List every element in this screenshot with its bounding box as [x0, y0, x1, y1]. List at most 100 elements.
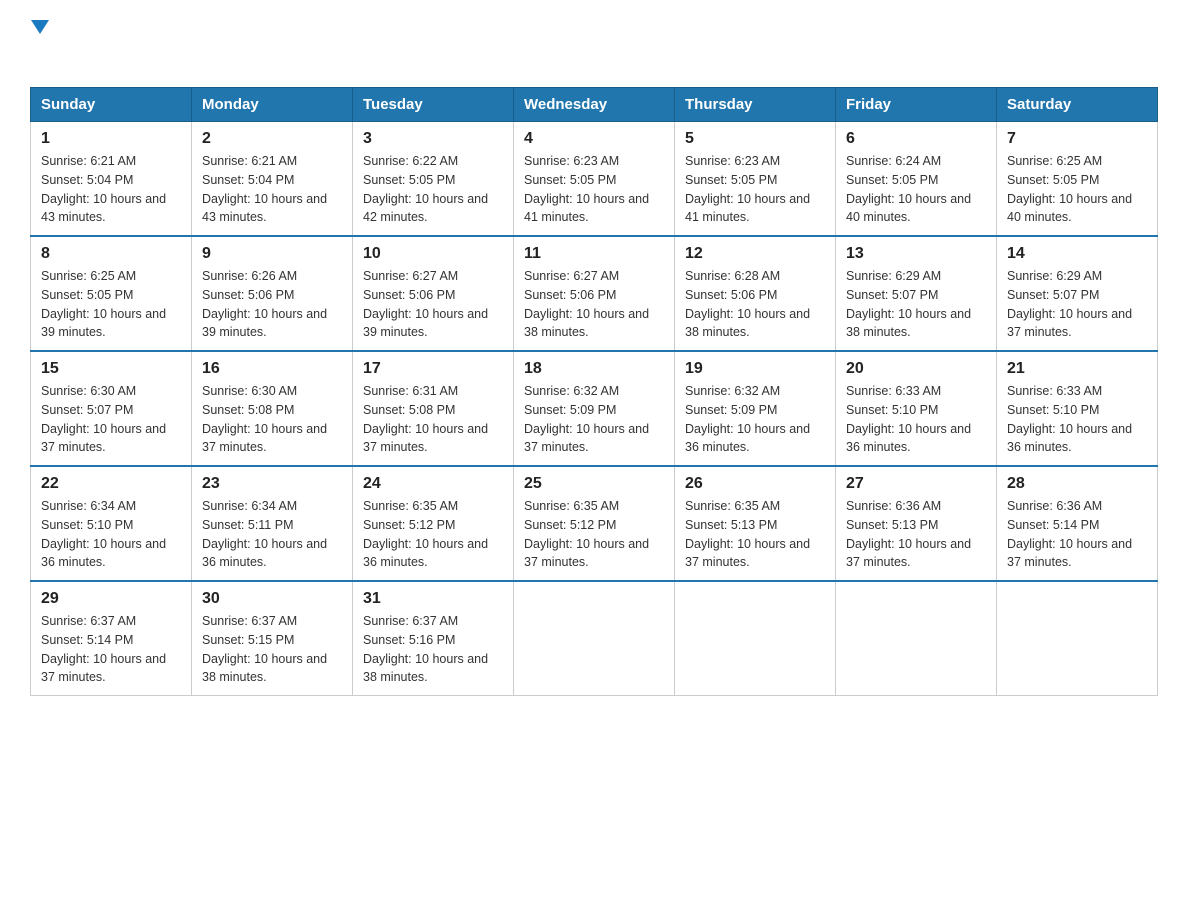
- sunrise-label: Sunrise: 6:26 AM: [202, 269, 297, 283]
- day-number: 11: [524, 245, 664, 263]
- sunset-label: Sunset: 5:05 PM: [846, 173, 938, 187]
- day-info: Sunrise: 6:32 AM Sunset: 5:09 PM Dayligh…: [685, 382, 825, 457]
- sunrise-label: Sunrise: 6:35 AM: [363, 499, 458, 513]
- calendar-cell: 20 Sunrise: 6:33 AM Sunset: 5:10 PM Dayl…: [836, 351, 997, 466]
- day-info: Sunrise: 6:29 AM Sunset: 5:07 PM Dayligh…: [1007, 267, 1147, 342]
- sunset-label: Sunset: 5:08 PM: [363, 403, 455, 417]
- day-info: Sunrise: 6:25 AM Sunset: 5:05 PM Dayligh…: [41, 267, 181, 342]
- calendar-cell: 30 Sunrise: 6:37 AM Sunset: 5:15 PM Dayl…: [192, 581, 353, 696]
- day-info: Sunrise: 6:37 AM Sunset: 5:14 PM Dayligh…: [41, 612, 181, 687]
- sunrise-label: Sunrise: 6:32 AM: [524, 384, 619, 398]
- day-info: Sunrise: 6:26 AM Sunset: 5:06 PM Dayligh…: [202, 267, 342, 342]
- calendar-header-tuesday: Tuesday: [353, 88, 514, 122]
- calendar-cell: 24 Sunrise: 6:35 AM Sunset: 5:12 PM Dayl…: [353, 466, 514, 581]
- sunset-label: Sunset: 5:06 PM: [363, 288, 455, 302]
- day-info: Sunrise: 6:29 AM Sunset: 5:07 PM Dayligh…: [846, 267, 986, 342]
- sunrise-label: Sunrise: 6:29 AM: [1007, 269, 1102, 283]
- daylight-label: Daylight: 10 hours and 43 minutes.: [41, 192, 166, 225]
- sunset-label: Sunset: 5:13 PM: [685, 518, 777, 532]
- sunset-label: Sunset: 5:07 PM: [846, 288, 938, 302]
- day-number: 27: [846, 475, 986, 493]
- day-number: 9: [202, 245, 342, 263]
- day-number: 5: [685, 130, 825, 148]
- day-number: 4: [524, 130, 664, 148]
- day-number: 30: [202, 590, 342, 608]
- calendar-header-wednesday: Wednesday: [514, 88, 675, 122]
- calendar-cell: 21 Sunrise: 6:33 AM Sunset: 5:10 PM Dayl…: [997, 351, 1158, 466]
- day-number: 18: [524, 360, 664, 378]
- sunrise-label: Sunrise: 6:34 AM: [41, 499, 136, 513]
- sunrise-label: Sunrise: 6:24 AM: [846, 154, 941, 168]
- day-info: Sunrise: 6:34 AM Sunset: 5:11 PM Dayligh…: [202, 497, 342, 572]
- sunrise-label: Sunrise: 6:33 AM: [846, 384, 941, 398]
- daylight-label: Daylight: 10 hours and 39 minutes.: [41, 307, 166, 340]
- sunset-label: Sunset: 5:05 PM: [41, 288, 133, 302]
- calendar-cell: 12 Sunrise: 6:28 AM Sunset: 5:06 PM Dayl…: [675, 236, 836, 351]
- daylight-label: Daylight: 10 hours and 39 minutes.: [202, 307, 327, 340]
- daylight-label: Daylight: 10 hours and 36 minutes.: [41, 537, 166, 570]
- daylight-label: Daylight: 10 hours and 41 minutes.: [524, 192, 649, 225]
- daylight-label: Daylight: 10 hours and 37 minutes.: [846, 537, 971, 570]
- day-number: 13: [846, 245, 986, 263]
- sunset-label: Sunset: 5:14 PM: [41, 633, 133, 647]
- daylight-label: Daylight: 10 hours and 40 minutes.: [1007, 192, 1132, 225]
- day-number: 15: [41, 360, 181, 378]
- calendar-cell: 17 Sunrise: 6:31 AM Sunset: 5:08 PM Dayl…: [353, 351, 514, 466]
- sunset-label: Sunset: 5:04 PM: [41, 173, 133, 187]
- sunrise-label: Sunrise: 6:37 AM: [41, 614, 136, 628]
- daylight-label: Daylight: 10 hours and 37 minutes.: [685, 537, 810, 570]
- day-number: 12: [685, 245, 825, 263]
- day-info: Sunrise: 6:36 AM Sunset: 5:13 PM Dayligh…: [846, 497, 986, 572]
- sunset-label: Sunset: 5:07 PM: [41, 403, 133, 417]
- calendar-week-row: 1 Sunrise: 6:21 AM Sunset: 5:04 PM Dayli…: [31, 122, 1158, 237]
- calendar-cell: 7 Sunrise: 6:25 AM Sunset: 5:05 PM Dayli…: [997, 122, 1158, 237]
- daylight-label: Daylight: 10 hours and 41 minutes.: [685, 192, 810, 225]
- day-number: 1: [41, 130, 181, 148]
- day-info: Sunrise: 6:27 AM Sunset: 5:06 PM Dayligh…: [363, 267, 503, 342]
- sunrise-label: Sunrise: 6:31 AM: [363, 384, 458, 398]
- sunrise-label: Sunrise: 6:34 AM: [202, 499, 297, 513]
- day-info: Sunrise: 6:36 AM Sunset: 5:14 PM Dayligh…: [1007, 497, 1147, 572]
- sunset-label: Sunset: 5:16 PM: [363, 633, 455, 647]
- calendar-cell: 25 Sunrise: 6:35 AM Sunset: 5:12 PM Dayl…: [514, 466, 675, 581]
- sunrise-label: Sunrise: 6:25 AM: [41, 269, 136, 283]
- daylight-label: Daylight: 10 hours and 38 minutes.: [202, 652, 327, 685]
- calendar-header-monday: Monday: [192, 88, 353, 122]
- day-info: Sunrise: 6:27 AM Sunset: 5:06 PM Dayligh…: [524, 267, 664, 342]
- calendar-cell: [836, 581, 997, 696]
- day-number: 14: [1007, 245, 1147, 263]
- day-number: 24: [363, 475, 503, 493]
- calendar-cell: 9 Sunrise: 6:26 AM Sunset: 5:06 PM Dayli…: [192, 236, 353, 351]
- calendar-header-row: SundayMondayTuesdayWednesdayThursdayFrid…: [31, 88, 1158, 122]
- logo: [30, 20, 49, 77]
- calendar-week-row: 15 Sunrise: 6:30 AM Sunset: 5:07 PM Dayl…: [31, 351, 1158, 466]
- calendar-week-row: 8 Sunrise: 6:25 AM Sunset: 5:05 PM Dayli…: [31, 236, 1158, 351]
- day-number: 29: [41, 590, 181, 608]
- day-info: Sunrise: 6:35 AM Sunset: 5:12 PM Dayligh…: [363, 497, 503, 572]
- sunrise-label: Sunrise: 6:21 AM: [202, 154, 297, 168]
- day-info: Sunrise: 6:33 AM Sunset: 5:10 PM Dayligh…: [1007, 382, 1147, 457]
- day-number: 23: [202, 475, 342, 493]
- daylight-label: Daylight: 10 hours and 37 minutes.: [41, 652, 166, 685]
- daylight-label: Daylight: 10 hours and 36 minutes.: [685, 422, 810, 455]
- sunrise-label: Sunrise: 6:23 AM: [524, 154, 619, 168]
- day-number: 7: [1007, 130, 1147, 148]
- sunrise-label: Sunrise: 6:21 AM: [41, 154, 136, 168]
- calendar-cell: 31 Sunrise: 6:37 AM Sunset: 5:16 PM Dayl…: [353, 581, 514, 696]
- sunset-label: Sunset: 5:04 PM: [202, 173, 294, 187]
- calendar-cell: 13 Sunrise: 6:29 AM Sunset: 5:07 PM Dayl…: [836, 236, 997, 351]
- daylight-label: Daylight: 10 hours and 36 minutes.: [1007, 422, 1132, 455]
- sunrise-label: Sunrise: 6:32 AM: [685, 384, 780, 398]
- sunset-label: Sunset: 5:05 PM: [524, 173, 616, 187]
- day-number: 3: [363, 130, 503, 148]
- sunset-label: Sunset: 5:12 PM: [524, 518, 616, 532]
- sunrise-label: Sunrise: 6:37 AM: [363, 614, 458, 628]
- calendar-cell: 19 Sunrise: 6:32 AM Sunset: 5:09 PM Dayl…: [675, 351, 836, 466]
- daylight-label: Daylight: 10 hours and 37 minutes.: [1007, 537, 1132, 570]
- sunset-label: Sunset: 5:06 PM: [685, 288, 777, 302]
- calendar-cell: 27 Sunrise: 6:36 AM Sunset: 5:13 PM Dayl…: [836, 466, 997, 581]
- sunrise-label: Sunrise: 6:30 AM: [41, 384, 136, 398]
- daylight-label: Daylight: 10 hours and 37 minutes.: [1007, 307, 1132, 340]
- page-header: [30, 20, 1158, 77]
- sunset-label: Sunset: 5:10 PM: [41, 518, 133, 532]
